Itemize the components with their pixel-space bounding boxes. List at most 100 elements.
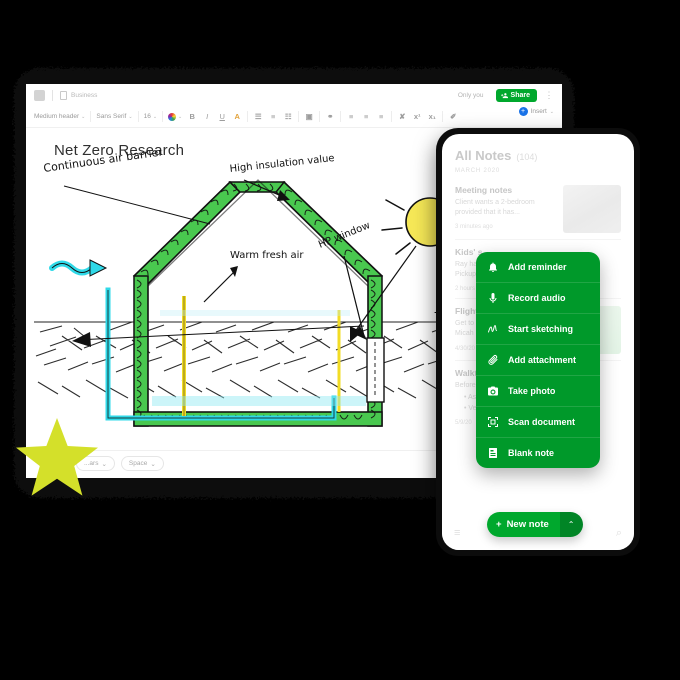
divider xyxy=(247,111,249,122)
underline-icon[interactable]: U xyxy=(217,112,227,121)
menu-item-label: Scan document xyxy=(508,417,576,427)
checklist-icon[interactable]: ☷ xyxy=(283,112,293,121)
insert-label: Insert xyxy=(530,108,547,115)
chip-collars-label: ...ars xyxy=(84,460,99,467)
menu-item-blank-note[interactable]: Blank note xyxy=(476,438,600,468)
ground-hatching xyxy=(34,321,494,399)
menu-item-add-reminder[interactable]: Add reminder xyxy=(476,252,600,283)
note-thumbnail xyxy=(563,185,621,233)
bold-icon[interactable]: B xyxy=(187,112,197,121)
new-note-button[interactable]: + New note ⌃ xyxy=(487,512,583,537)
list-item[interactable]: Meeting notes Client wants a 2-bedroom p… xyxy=(442,178,634,239)
numbered-list-icon[interactable]: ≡ xyxy=(268,112,278,121)
new-note-popup-menu: Add reminder Record audio Start sketchin… xyxy=(476,252,600,468)
insulation-envelope xyxy=(132,180,384,427)
link-icon[interactable]: ⚭ xyxy=(325,112,335,121)
divider xyxy=(162,111,164,122)
chevron-down-icon: ⌄ xyxy=(81,113,86,120)
menu-item-label: Record audio xyxy=(508,293,566,303)
indent-increase-icon[interactable]: ≡ xyxy=(376,112,386,121)
menu-item-start-sketching[interactable]: Start sketching xyxy=(476,314,600,345)
divider xyxy=(391,111,393,122)
text-color-picker[interactable]: ⌄ xyxy=(168,112,182,121)
chip-space[interactable]: Space ⌄ xyxy=(120,456,164,471)
window-drawing xyxy=(366,337,385,403)
divider xyxy=(298,111,300,122)
chevron-down-icon: ⌄ xyxy=(152,113,158,120)
ceiling-wash xyxy=(160,310,350,316)
hamburger-menu-icon[interactable]: ≡ xyxy=(454,527,460,539)
scribble-icon xyxy=(487,323,499,335)
indent-decrease-icon[interactable]: ≡ xyxy=(361,112,371,121)
annotation-warm-air-label: Warm fresh air xyxy=(230,250,304,261)
share-button[interactable]: Share xyxy=(495,88,537,102)
bulleted-list-icon[interactable]: ☰ xyxy=(253,112,263,121)
note-title: Meeting notes xyxy=(455,185,513,195)
notebook-tab-label: Business xyxy=(71,91,98,99)
font-size-dropdown[interactable]: 16 ⌄ xyxy=(144,113,157,120)
font-family-dropdown[interactable]: Sans Serif ⌄ xyxy=(96,113,132,120)
person-add-icon xyxy=(500,92,508,98)
menu-item-label: Start sketching xyxy=(508,324,574,334)
italic-icon[interactable]: I xyxy=(202,112,212,121)
chevron-down-icon: ⌄ xyxy=(128,113,133,120)
phone-header: All Notes (104) MARCH 2020 xyxy=(442,134,634,178)
scan-icon xyxy=(487,416,499,428)
month-divider-label: MARCH 2020 xyxy=(455,168,501,174)
chevron-down-icon: ⌄ xyxy=(101,460,107,468)
sharing-status-label: Only you xyxy=(457,91,484,99)
clear-formatting-icon[interactable]: ✘ xyxy=(397,112,407,121)
airflow-arrow-cyan xyxy=(49,259,108,277)
insert-dropdown[interactable]: + Insert ⌄ xyxy=(518,107,554,116)
all-notes-count: (104) xyxy=(516,152,538,162)
camera-icon xyxy=(487,385,499,397)
menu-item-label: Add attachment xyxy=(508,355,577,365)
format-toolbar: Medium header ⌄ Sans Serif ⌄ 16 ⌄ ⌄ B I … xyxy=(26,106,562,128)
paragraph-style-dropdown[interactable]: Medium header ⌄ xyxy=(34,113,85,120)
divider xyxy=(442,111,444,122)
all-notes-title: All Notes xyxy=(455,148,512,163)
floor-wash xyxy=(152,396,366,406)
notebook-small-icon xyxy=(60,90,67,100)
chevron-down-icon: ⌄ xyxy=(150,460,156,468)
menu-item-record-audio[interactable]: Record audio xyxy=(476,283,600,314)
text-highlight-color-icon[interactable]: A xyxy=(232,112,242,121)
microphone-icon xyxy=(487,292,499,304)
house-section-sketch: Continuous air barrier High insulation v… xyxy=(34,150,494,427)
menu-item-add-attachment[interactable]: Add attachment xyxy=(476,345,600,376)
divider xyxy=(90,111,92,122)
font-family-label: Sans Serif xyxy=(96,113,127,120)
note-timestamp: 3 minutes ago xyxy=(455,224,493,231)
search-icon[interactable]: ⌕ xyxy=(616,527,622,540)
screenshot-stage: Business Only you Share ⋮ Medium header … xyxy=(0,0,680,680)
menu-item-scan-document[interactable]: Scan document xyxy=(476,407,600,438)
note-icon xyxy=(487,447,499,459)
chip-space-label: Space xyxy=(128,460,148,467)
annotation-insulation-label: High insulation value xyxy=(229,153,335,175)
subscript-icon[interactable]: x₁ xyxy=(427,112,437,121)
divider xyxy=(52,89,53,101)
divider xyxy=(340,111,342,122)
plus-icon: + xyxy=(496,519,502,530)
color-wheel-icon xyxy=(168,112,177,121)
superscript-icon[interactable]: x¹ xyxy=(412,112,422,121)
menu-item-label: Blank note xyxy=(508,448,555,458)
annotation-air-barrier-line1: Continuous air barrier xyxy=(43,150,164,175)
chevron-down-icon: ⌄ xyxy=(549,108,554,115)
menu-item-label: Take photo xyxy=(508,386,556,396)
menu-item-take-photo[interactable]: Take photo xyxy=(476,376,600,407)
notebook-tab-business[interactable]: Business xyxy=(60,90,98,100)
highlighter-icon[interactable]: ✐ xyxy=(448,112,458,121)
align-icon[interactable]: ≡ xyxy=(346,112,356,121)
menu-item-label: Add reminder xyxy=(508,262,567,272)
annotation-warm-air: Warm fresh air xyxy=(203,250,304,303)
notebook-icon[interactable] xyxy=(34,89,45,101)
insert-image-icon[interactable]: ▣ xyxy=(304,112,314,121)
chevron-up-icon[interactable]: ⌃ xyxy=(559,512,583,537)
new-note-main[interactable]: + New note xyxy=(487,512,560,537)
paragraph-style-label: Medium header xyxy=(34,113,80,120)
tablet-tab-bar: Business Only you Share ⋮ xyxy=(26,84,562,106)
more-options-icon[interactable]: ⋮ xyxy=(544,90,554,100)
plus-icon: + xyxy=(518,107,528,116)
heat-loss-arrow xyxy=(75,325,365,341)
